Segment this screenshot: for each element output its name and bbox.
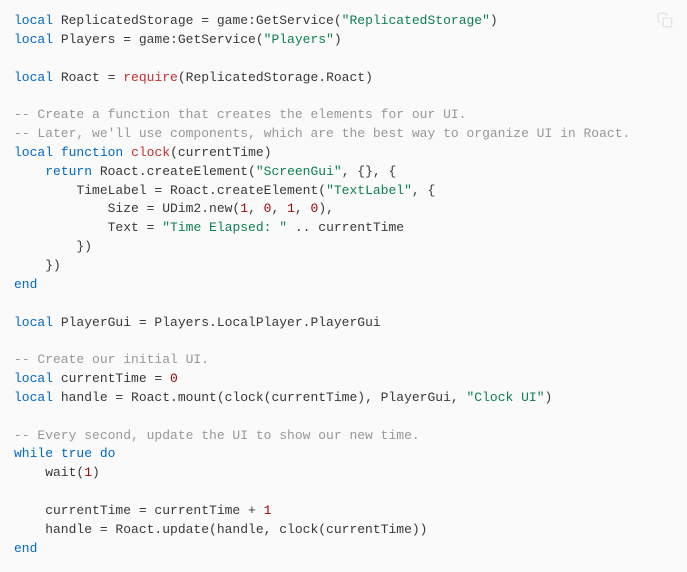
code-text: , — [248, 201, 264, 216]
keyword: while — [14, 446, 53, 461]
code-text: ) — [92, 465, 100, 480]
code-text: }) — [14, 258, 61, 273]
code-text: , { — [412, 183, 435, 198]
function: clock — [131, 145, 170, 160]
keyword: local — [14, 145, 53, 160]
code-text: handle = Roact.update(handle, clock(curr… — [14, 522, 427, 537]
keyword: end — [14, 277, 37, 292]
comment: -- Create a function that creates the el… — [14, 107, 466, 122]
keyword: local — [14, 390, 53, 405]
keyword: local — [14, 315, 53, 330]
number: 1 — [287, 201, 295, 216]
keyword: local — [14, 32, 53, 47]
code-text: .. currentTime — [287, 220, 404, 235]
code-block: local ReplicatedStorage = game:GetServic… — [14, 12, 673, 558]
code-text: , — [295, 201, 311, 216]
boolean: true — [61, 446, 92, 461]
code-text: Players = game:GetService( — [53, 32, 264, 47]
code-text: ) — [490, 13, 498, 28]
code-text: TimeLabel = Roact.createElement( — [14, 183, 326, 198]
code-text: (currentTime) — [170, 145, 271, 160]
code-text: currentTime = currentTime + — [14, 503, 264, 518]
keyword: end — [14, 541, 37, 556]
code-text: handle = Roact.mount(clock(currentTime),… — [53, 390, 466, 405]
keyword: function — [61, 145, 123, 160]
number: 0 — [170, 371, 178, 386]
string: "ScreenGui" — [256, 164, 342, 179]
copy-icon[interactable] — [657, 12, 673, 28]
code-text: , — [271, 201, 287, 216]
code-text: ) — [334, 32, 342, 47]
code-text: Size = UDim2.new( — [14, 201, 240, 216]
string: "Time Elapsed: " — [162, 220, 287, 235]
code-text: ), — [318, 201, 334, 216]
comment: -- Create our initial UI. — [14, 352, 209, 367]
string: "ReplicatedStorage" — [342, 13, 490, 28]
keyword: return — [45, 164, 92, 179]
code-text: PlayerGui = Players.LocalPlayer.PlayerGu… — [53, 315, 381, 330]
keyword: do — [100, 446, 116, 461]
number: 1 — [240, 201, 248, 216]
code-text: Roact = — [53, 70, 123, 85]
code-text: currentTime = — [53, 371, 170, 386]
number: 1 — [84, 465, 92, 480]
number: 1 — [264, 503, 272, 518]
keyword: local — [14, 371, 53, 386]
comment: -- Later, we'll use components, which ar… — [14, 126, 630, 141]
code-text: }) — [14, 239, 92, 254]
code-text: ReplicatedStorage = game:GetService( — [53, 13, 342, 28]
keyword: local — [14, 70, 53, 85]
string: "TextLabel" — [326, 183, 412, 198]
string: "Clock UI" — [466, 390, 544, 405]
function: require — [123, 70, 178, 85]
code-text: Roact.createElement( — [92, 164, 256, 179]
keyword: local — [14, 13, 53, 28]
code-text: , {}, { — [342, 164, 397, 179]
code-text: wait( — [14, 465, 84, 480]
string: "Players" — [264, 32, 334, 47]
code-text: ) — [545, 390, 553, 405]
code-text: Text = — [14, 220, 162, 235]
comment: -- Every second, update the UI to show o… — [14, 428, 420, 443]
code-text: (ReplicatedStorage.Roact) — [178, 70, 373, 85]
